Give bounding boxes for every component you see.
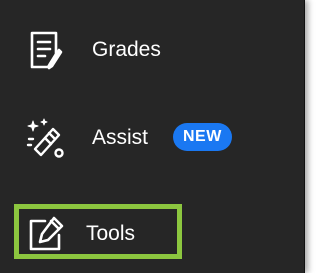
nav-item-grades[interactable]: Grades — [0, 20, 300, 80]
nav-item-label: Assist — [92, 126, 149, 149]
nav-item-label: Tools — [86, 222, 136, 245]
nav-item-label: Grades — [92, 38, 161, 61]
tools-icon — [25, 213, 67, 255]
nav-item-assist[interactable]: Assist NEW — [0, 108, 300, 168]
side-navigation-panel: Grades Assist NEW Tools — [0, 0, 305, 273]
grades-icon — [25, 29, 67, 71]
nav-item-tools[interactable]: Tools — [0, 204, 300, 264]
new-badge: NEW — [173, 123, 232, 151]
assist-icon — [25, 117, 67, 159]
